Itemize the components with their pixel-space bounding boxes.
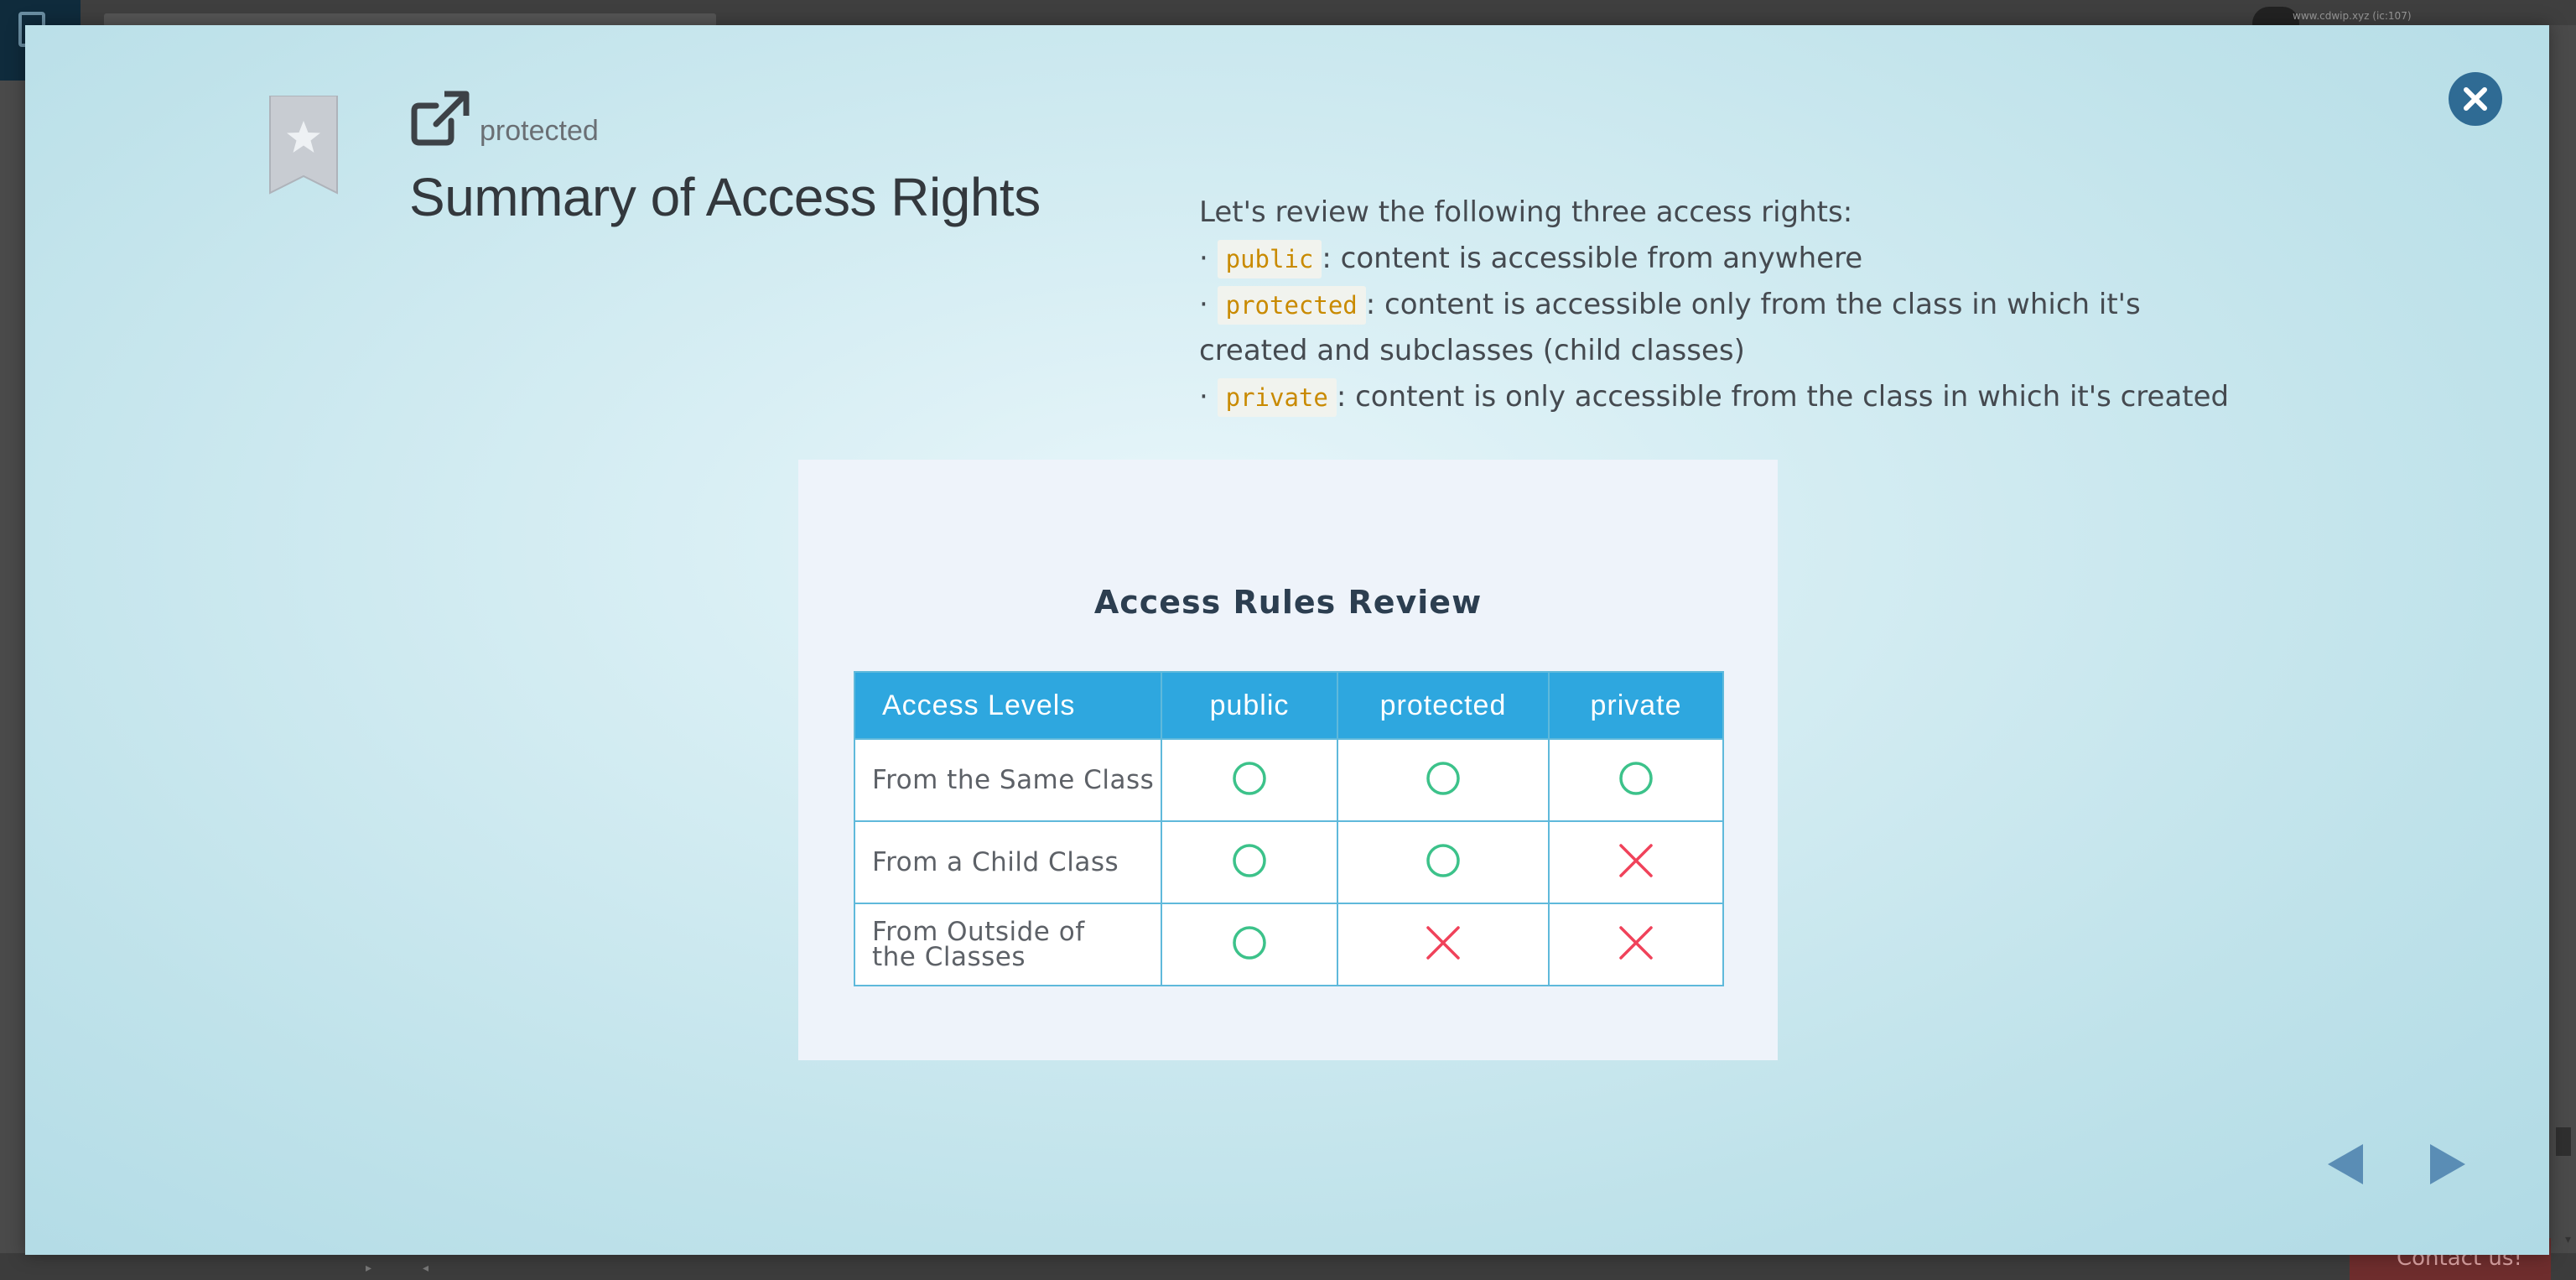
bookmark-star-icon[interactable] [268, 95, 339, 195]
row-label: From the Same Class [854, 738, 1162, 822]
table-header: protected [1337, 671, 1550, 740]
page-title: Summary of Access Rights [409, 167, 1041, 227]
table-row: From the Same Class [854, 738, 1724, 822]
bullet-text: : content is accessible from anywhere [1322, 242, 1863, 275]
row-label: From Outside of the Classes [854, 903, 1162, 986]
background-scrollbar [2556, 1127, 2571, 1156]
table-cell [1161, 820, 1338, 904]
access-table: Access Levels public protected private F… [854, 671, 1724, 986]
table-header: Access Levels [854, 671, 1162, 740]
allowed-circle-icon [1231, 842, 1268, 879]
table-cell [1161, 738, 1338, 822]
external-link-icon[interactable] [411, 91, 470, 149]
prev-arrow-icon[interactable] [2323, 1141, 2370, 1188]
next-arrow-icon[interactable] [2423, 1141, 2470, 1188]
table-row: From Outside of the Classes [854, 903, 1724, 986]
bullet-item: · protected: content is accessible only … [1199, 282, 2281, 328]
table-cell [1337, 820, 1550, 904]
allowed-circle-icon [1425, 842, 1462, 879]
table-header-row: Access Levels public protected private [854, 671, 1724, 740]
bullet-dot: · [1199, 288, 1208, 321]
bullet-continuation: created and subclasses (child classes) [1199, 334, 1745, 367]
code-keyword: public [1217, 240, 1322, 278]
slide-modal: protected Summary of Access Rights Let's… [25, 25, 2549, 1255]
allowed-circle-icon [1618, 760, 1654, 797]
allowed-circle-icon [1231, 924, 1268, 961]
table-cell [1161, 903, 1338, 986]
bullet-dot: · [1199, 242, 1208, 275]
background-scroll-down-icon: ▾ [2564, 1233, 2571, 1246]
denied-cross-icon [1618, 924, 1654, 961]
denied-cross-icon [1618, 842, 1654, 879]
category-label: protected [480, 115, 599, 147]
code-keyword: private [1217, 378, 1337, 417]
table-header: public [1161, 671, 1338, 740]
table-cell [1548, 903, 1724, 986]
access-rules-figure: Access Rules Review Access Levels public… [798, 460, 1778, 1060]
description: Let's review the following three access … [1199, 190, 2281, 420]
description-intro: Let's review the following three access … [1199, 195, 1853, 229]
row-label-line: From Outside of [872, 917, 1085, 947]
bullet-item: · private: content is only accessible fr… [1199, 374, 2281, 420]
background-url-text: www.cdwip.xyz (ic:107) [2293, 10, 2412, 22]
denied-cross-icon [1425, 924, 1462, 961]
table-row: From a Child Class [854, 820, 1724, 904]
row-label-line: the Classes [872, 942, 1026, 972]
allowed-circle-icon [1425, 760, 1462, 797]
background-scroll-arrow-icon: ◂ [423, 1262, 429, 1275]
close-icon[interactable] [2449, 72, 2502, 126]
table-header: private [1548, 671, 1724, 740]
bullet-text: : content is accessible only from the cl… [1365, 288, 2141, 321]
figure-title: Access Rules Review [1093, 584, 1483, 621]
allowed-circle-icon [1231, 760, 1268, 797]
table-cell [1337, 738, 1550, 822]
bullet-item: · public: content is accessible from any… [1199, 236, 2281, 282]
bullet-text: : content is only accessible from the cl… [1336, 380, 2230, 414]
row-label: From a Child Class [854, 820, 1162, 904]
background-bottom-bar [0, 1253, 2576, 1280]
background-scroll-arrow-icon: ▸ [366, 1262, 372, 1275]
bullet-dot: · [1199, 380, 1208, 414]
slide-category: protected [411, 91, 599, 149]
table-cell [1548, 738, 1724, 822]
table-cell [1337, 903, 1550, 986]
code-keyword: protected [1217, 286, 1366, 325]
table-cell [1548, 820, 1724, 904]
